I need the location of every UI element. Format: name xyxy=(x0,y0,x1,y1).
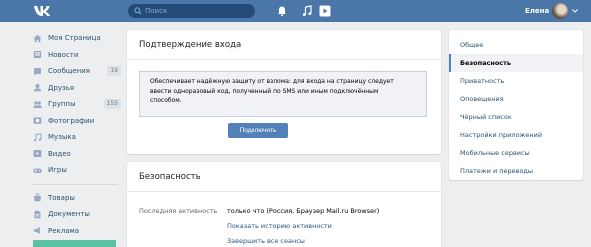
sidebar-item-label: Группы xyxy=(48,100,76,109)
groups-count-badge: 155 xyxy=(103,99,121,109)
sidebar-item-label: Товары xyxy=(48,193,75,202)
sidebar-item-photos[interactable]: Фотографии xyxy=(33,113,123,130)
settings-tab-privacy[interactable]: Приватность xyxy=(449,72,583,90)
groups-icon xyxy=(33,101,42,108)
play-icon[interactable] xyxy=(319,5,331,17)
settings-tab-app-settings[interactable]: Настройки приложений xyxy=(449,126,583,144)
music-note-icon[interactable] xyxy=(301,5,313,17)
sidebar-item-video[interactable]: Видео xyxy=(33,146,123,163)
ads-icon xyxy=(33,227,40,235)
sidebar-item-groups[interactable]: Группы 155 xyxy=(33,96,123,113)
sidebar-item-label: Сообщения xyxy=(48,67,91,76)
sidebar-item-music[interactable]: Музыка xyxy=(33,129,123,146)
sidebar-item-games[interactable]: Игры xyxy=(33,162,123,179)
settings-tab-blacklist[interactable]: Чёрный список xyxy=(449,108,583,126)
documents-icon xyxy=(34,210,41,218)
top-header: Поиск Елена xyxy=(0,0,591,22)
music-icon xyxy=(33,132,42,142)
sidebar-item-ads[interactable]: Реклама xyxy=(33,223,123,240)
sidebar-item-goods[interactable]: Товары xyxy=(33,190,123,207)
avatar[interactable] xyxy=(552,3,568,19)
messages-count-badge: 19 xyxy=(107,66,121,76)
promo-banner[interactable] xyxy=(33,240,116,247)
last-activity-value: только что (Россия, Браузер Mail.ru Brow… xyxy=(227,207,380,215)
settings-tab-general[interactable]: Общее xyxy=(449,36,583,54)
sidebar-item-label: Игры xyxy=(48,166,67,175)
settings-tab-security[interactable]: Безопасность xyxy=(449,54,583,72)
vk-logo-icon[interactable] xyxy=(33,4,55,18)
sidebar-item-label: Музыка xyxy=(48,133,76,142)
settings-tab-notifications[interactable]: Оповещения xyxy=(449,90,583,108)
search-placeholder: Поиск xyxy=(145,7,168,15)
settings-menu: Общее Безопасность Приватность Оповещени… xyxy=(449,30,583,180)
games-icon xyxy=(33,168,42,173)
search-icon xyxy=(134,7,142,15)
sidebar-item-my-page[interactable]: Моя Страница xyxy=(33,30,123,47)
connect-button[interactable]: Подключить xyxy=(228,123,288,138)
messages-icon xyxy=(34,67,41,76)
goods-icon xyxy=(34,193,41,202)
bell-icon[interactable] xyxy=(276,5,288,17)
security-card: Безопасность Последняя активность только… xyxy=(127,162,441,247)
chevron-down-icon[interactable] xyxy=(572,9,578,13)
sidebar-item-label: Друзья xyxy=(48,83,75,92)
sidebar-item-label: Видео xyxy=(48,149,71,158)
end-all-sessions-link[interactable]: Завершить все сеансы xyxy=(227,236,305,246)
sidebar-item-label: Фотографии xyxy=(48,116,95,125)
left-sidebar: Моя Страница Новости Сообщения 19 Друзья… xyxy=(33,30,123,247)
home-icon xyxy=(33,34,42,43)
search-input[interactable]: Поиск xyxy=(128,4,255,18)
sidebar-item-label: Новости xyxy=(48,50,79,59)
notice-line: ввести одноразовый код, полученный по SM… xyxy=(150,87,379,95)
card-title: Подтверждение входа xyxy=(139,39,242,50)
sidebar-item-label: Реклама xyxy=(48,226,80,235)
sidebar-item-documents[interactable]: Документы xyxy=(33,206,123,223)
card-header: Безопасность xyxy=(127,162,441,192)
settings-tab-payments[interactable]: Платежи и переводы xyxy=(449,162,583,180)
sidebar-item-news[interactable]: Новости xyxy=(33,47,123,64)
last-activity-label: Последняя активность xyxy=(139,207,218,215)
card-header: Подтверждение входа xyxy=(127,30,441,60)
sidebar-divider xyxy=(33,183,118,185)
photos-icon xyxy=(33,117,42,124)
sidebar-item-messages[interactable]: Сообщения 19 xyxy=(33,63,123,80)
settings-tab-mobile-services[interactable]: Мобильные сервисы xyxy=(449,144,583,162)
friends-icon xyxy=(33,84,42,92)
card-title: Безопасность xyxy=(139,171,201,182)
sidebar-item-label: Документы xyxy=(48,210,90,219)
user-name[interactable]: Елена xyxy=(525,5,549,17)
info-notice: Обеспечивает надёжную защиту от взлома: … xyxy=(139,71,427,117)
sidebar-item-label: Моя Страница xyxy=(48,34,101,43)
notice-line: способом. xyxy=(150,97,182,104)
notice-line: Обеспечивает надёжную защиту от взлома: … xyxy=(150,78,394,85)
login-confirmation-card: Подтверждение входа Обеспечивает надёжну… xyxy=(127,30,441,154)
sidebar-item-friends[interactable]: Друзья xyxy=(33,80,123,97)
news-icon xyxy=(33,51,42,59)
show-activity-history-link[interactable]: Показать историю активности xyxy=(227,221,332,231)
video-icon xyxy=(33,150,42,158)
